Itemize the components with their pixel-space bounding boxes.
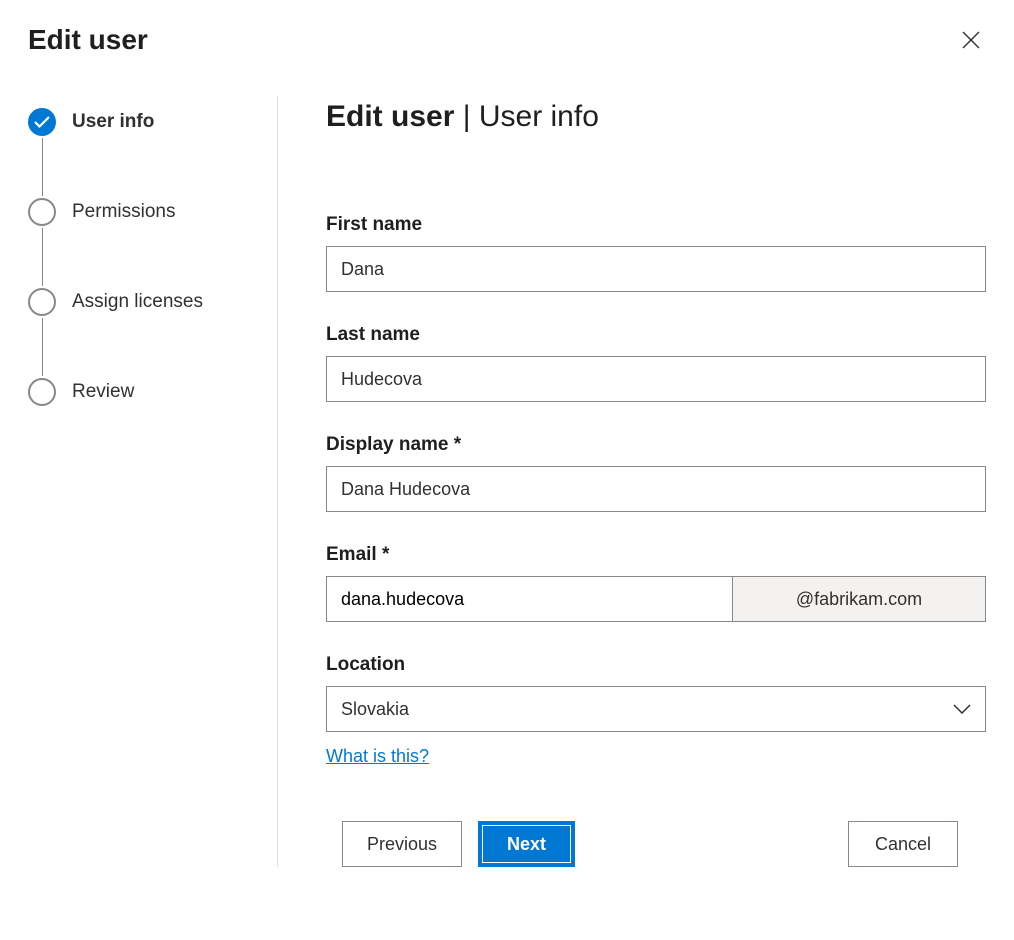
step-assign-licenses[interactable]: Assign licenses	[28, 288, 261, 316]
step-connector	[42, 318, 43, 376]
first-name-input[interactable]	[326, 246, 986, 292]
close-icon	[962, 31, 980, 49]
location-label: Location	[326, 654, 986, 676]
email-domain: @fabrikam.com	[732, 576, 986, 622]
close-button[interactable]	[956, 25, 986, 55]
form-heading-sub: User info	[479, 100, 599, 133]
step-label: Permissions	[72, 201, 175, 223]
step-review[interactable]: Review	[28, 378, 261, 406]
step-permissions[interactable]: Permissions	[28, 198, 261, 226]
step-connector	[42, 228, 43, 286]
panel-title: Edit user	[28, 24, 148, 56]
step-icon-pending	[28, 378, 56, 406]
first-name-label: First name	[326, 214, 986, 236]
step-user-info[interactable]: User info	[28, 108, 261, 136]
location-select[interactable]: Slovakia	[326, 686, 986, 732]
chevron-down-icon	[953, 704, 971, 714]
email-label: Email *	[326, 544, 986, 566]
form-heading: Edit user | User info	[326, 100, 986, 134]
next-button[interactable]: Next	[478, 821, 575, 867]
cancel-button[interactable]: Cancel	[848, 821, 958, 867]
display-name-input[interactable]	[326, 466, 986, 512]
last-name-label: Last name	[326, 324, 986, 346]
button-row: Previous Next Cancel	[326, 821, 986, 867]
email-input[interactable]	[326, 576, 732, 622]
step-label: Assign licenses	[72, 291, 203, 313]
step-label: User info	[72, 111, 154, 133]
step-label: Review	[72, 381, 134, 403]
step-icon-completed	[28, 108, 56, 136]
step-icon-pending	[28, 198, 56, 226]
location-select-value: Slovakia	[341, 699, 409, 720]
form-area: Edit user | User info First name Last na…	[278, 96, 986, 867]
last-name-input[interactable]	[326, 356, 986, 402]
display-name-label: Display name *	[326, 434, 986, 456]
form-heading-separator: |	[454, 100, 478, 133]
what-is-this-link[interactable]: What is this?	[326, 746, 429, 767]
step-icon-pending	[28, 288, 56, 316]
wizard-steps: User info Permissions Assign licenses Re…	[28, 96, 278, 867]
form-heading-main: Edit user	[326, 100, 454, 133]
step-connector	[42, 138, 43, 196]
checkmark-icon	[34, 116, 50, 128]
previous-button[interactable]: Previous	[342, 821, 462, 867]
